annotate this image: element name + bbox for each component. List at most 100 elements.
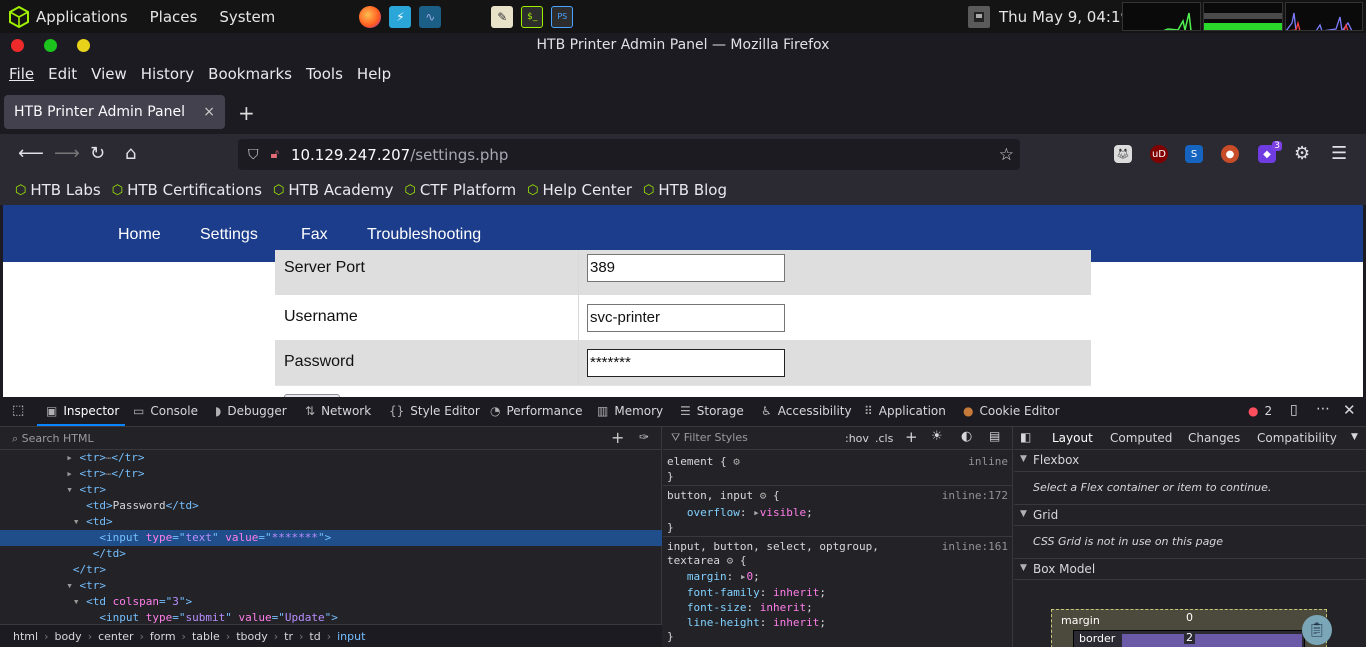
markup-line[interactable]: </td>: [0, 546, 662, 562]
markup-line[interactable]: ▾ <td colspan="3">: [0, 594, 662, 610]
menu-applications[interactable]: Applications: [36, 8, 128, 26]
markup-line[interactable]: ▾ <tr>: [0, 578, 662, 594]
menu-help[interactable]: Help: [357, 65, 391, 83]
breadcrumb-item[interactable]: html: [13, 630, 38, 643]
back-arrow-icon[interactable]: ⟵: [18, 143, 44, 164]
clock[interactable]: Thu May 9, 04:19: [999, 8, 1130, 26]
account-icon[interactable]: ⚙: [1294, 143, 1310, 164]
tab-debugger[interactable]: ◗ Debugger: [215, 404, 287, 418]
bookmark-star-icon[interactable]: ☆: [999, 145, 1014, 165]
hov-toggle[interactable]: :hov: [845, 432, 869, 445]
menu-places[interactable]: Places: [150, 8, 198, 26]
tab-layout[interactable]: Layout: [1052, 431, 1093, 445]
ublock-extension-icon[interactable]: uD: [1150, 145, 1168, 163]
add-node-icon[interactable]: +: [611, 428, 624, 447]
selected-markup-line[interactable]: <input type="text" value="*******">: [0, 530, 662, 546]
wappalyzer-extension-icon[interactable]: ◆ 3: [1258, 141, 1282, 163]
applications-logo-icon[interactable]: [8, 5, 30, 28]
tab-htb-printer-admin[interactable]: HTB Printer Admin Panel ×: [4, 95, 225, 129]
eyedropper-icon[interactable]: ✑: [639, 430, 649, 444]
tab-style-editor[interactable]: {} Style Editor: [389, 404, 480, 418]
tab-compatibility[interactable]: Compatibility: [1257, 431, 1337, 445]
tab-accessibility[interactable]: ♿︎ Accessibility: [761, 404, 852, 418]
burp-launcher-icon[interactable]: ⚡: [389, 5, 412, 28]
reload-icon[interactable]: ↻: [90, 143, 105, 164]
nav-settings-link[interactable]: Settings: [200, 226, 258, 244]
bookmark-ctf-platform[interactable]: ⬡ CTF Platform: [405, 181, 517, 199]
menu-view[interactable]: View: [91, 65, 127, 83]
tab-console[interactable]: ▭ Console: [133, 404, 198, 418]
error-count-badge[interactable]: ● 2: [1248, 404, 1272, 418]
markup-line[interactable]: ▸ <tr>⋯</tr>: [0, 466, 662, 482]
tab-application[interactable]: ⠿ Application: [864, 404, 946, 418]
firefox-launcher-icon[interactable]: [359, 5, 382, 28]
margin-value[interactable]: 0: [1186, 611, 1193, 624]
tab-storage[interactable]: ☰ Storage: [680, 404, 744, 418]
rule-declaration[interactable]: font-family: inherit;: [667, 586, 826, 599]
breadcrumb-item[interactable]: tbody: [236, 630, 268, 643]
dark-theme-icon[interactable]: ◐: [961, 429, 972, 444]
rule-declaration[interactable]: overflow: ▸visible;: [667, 506, 813, 519]
breadcrumb-item[interactable]: tr: [284, 630, 293, 643]
rule-selector[interactable]: input, button, select, optgroup,: [667, 540, 879, 553]
menu-system[interactable]: System: [219, 8, 275, 26]
s-extension-icon[interactable]: S: [1185, 145, 1203, 163]
close-devtools-icon[interactable]: ✕: [1343, 401, 1356, 419]
box-model-section-header[interactable]: ▼ Box Model: [1014, 558, 1366, 580]
tab-memory[interactable]: ▥ Memory: [597, 404, 663, 418]
rule-selector[interactable]: button, input ⚙ {: [667, 489, 780, 502]
border-value[interactable]: 2: [1184, 631, 1195, 644]
tab-network[interactable]: ⇅ Network: [305, 404, 371, 418]
tabs-overflow-icon[interactable]: ▼: [1351, 432, 1358, 442]
network-icon[interactable]: [968, 5, 990, 28]
menu-tools[interactable]: Tools: [306, 65, 343, 83]
breadcrumb-item-current[interactable]: input: [337, 630, 365, 643]
bookmark-help-center[interactable]: ⬡ Help Center: [527, 181, 632, 199]
username-input[interactable]: svc-printer: [587, 304, 785, 332]
tab-close-icon[interactable]: ×: [203, 104, 215, 120]
search-html-input[interactable]: ⌕ Search HTML: [12, 432, 94, 446]
nav-home-link[interactable]: Home: [118, 226, 161, 244]
bookmark-htb-academy[interactable]: ⬡ HTB Academy: [273, 181, 394, 199]
menu-bookmarks[interactable]: Bookmarks: [208, 65, 292, 83]
markup-line[interactable]: </tr>: [0, 562, 662, 578]
new-tab-button[interactable]: +: [238, 101, 255, 125]
wireshark-launcher-icon[interactable]: ∿: [419, 5, 442, 28]
tab-inspector[interactable]: ▣ Inspector: [46, 404, 119, 418]
tab-cookie-editor[interactable]: ● Cookie Editor: [963, 404, 1060, 418]
breadcrumb-item[interactable]: center: [98, 630, 133, 643]
print-media-icon[interactable]: ▤: [989, 429, 1000, 443]
rule-source[interactable]: inline:161: [942, 540, 1008, 553]
grid-section-header[interactable]: ▼ Grid: [1014, 504, 1366, 526]
element-picker-icon[interactable]: ⬚: [12, 403, 24, 418]
more-options-icon[interactable]: ⋯: [1316, 401, 1330, 417]
menu-history[interactable]: History: [141, 65, 194, 83]
rule-declaration[interactable]: margin: ▸0;: [667, 570, 760, 583]
dock-side-icon[interactable]: ▯: [1290, 402, 1298, 418]
breadcrumb-item[interactable]: body: [54, 630, 81, 643]
url-bar[interactable]: ⛉ 🔓︎ 10.129.247.207 /settings.php ☆: [238, 139, 1020, 170]
rule-source[interactable]: inline:172: [942, 489, 1008, 502]
tab-performance[interactable]: ◔ Performance: [490, 404, 583, 418]
rule-source[interactable]: inline: [968, 455, 1008, 468]
filter-styles-input[interactable]: ⛛ Filter Styles: [671, 431, 748, 445]
terminal-launcher-icon[interactable]: $_: [521, 5, 544, 28]
foxyproxy-extension-icon[interactable]: 🦊︎: [1114, 145, 1132, 163]
text-editor-launcher-icon[interactable]: ✎: [491, 5, 514, 28]
markup-line[interactable]: ▾ <td>: [0, 514, 662, 530]
markup-line[interactable]: ▸ <tr>⋯</tr>: [0, 450, 662, 466]
server-port-input[interactable]: 389: [587, 254, 785, 282]
breadcrumb-item[interactable]: table: [192, 630, 220, 643]
powershell-launcher-icon[interactable]: PS: [551, 5, 574, 28]
app-menu-icon[interactable]: ☰: [1331, 143, 1347, 164]
rule-declaration[interactable]: font-size: inherit;: [667, 601, 813, 614]
breadcrumb-item[interactable]: td: [309, 630, 320, 643]
home-icon[interactable]: ⌂: [125, 143, 136, 164]
tab-changes[interactable]: Changes: [1188, 431, 1240, 445]
password-input[interactable]: *******: [587, 349, 785, 377]
markup-line[interactable]: ▾ <tr>: [0, 482, 662, 498]
rule-selector-cont[interactable]: textarea ⚙ {: [667, 554, 746, 567]
nav-fax-link[interactable]: Fax: [301, 226, 328, 244]
add-rule-icon[interactable]: +: [905, 428, 918, 446]
toggle-sidebar-icon[interactable]: ◧: [1020, 430, 1031, 444]
